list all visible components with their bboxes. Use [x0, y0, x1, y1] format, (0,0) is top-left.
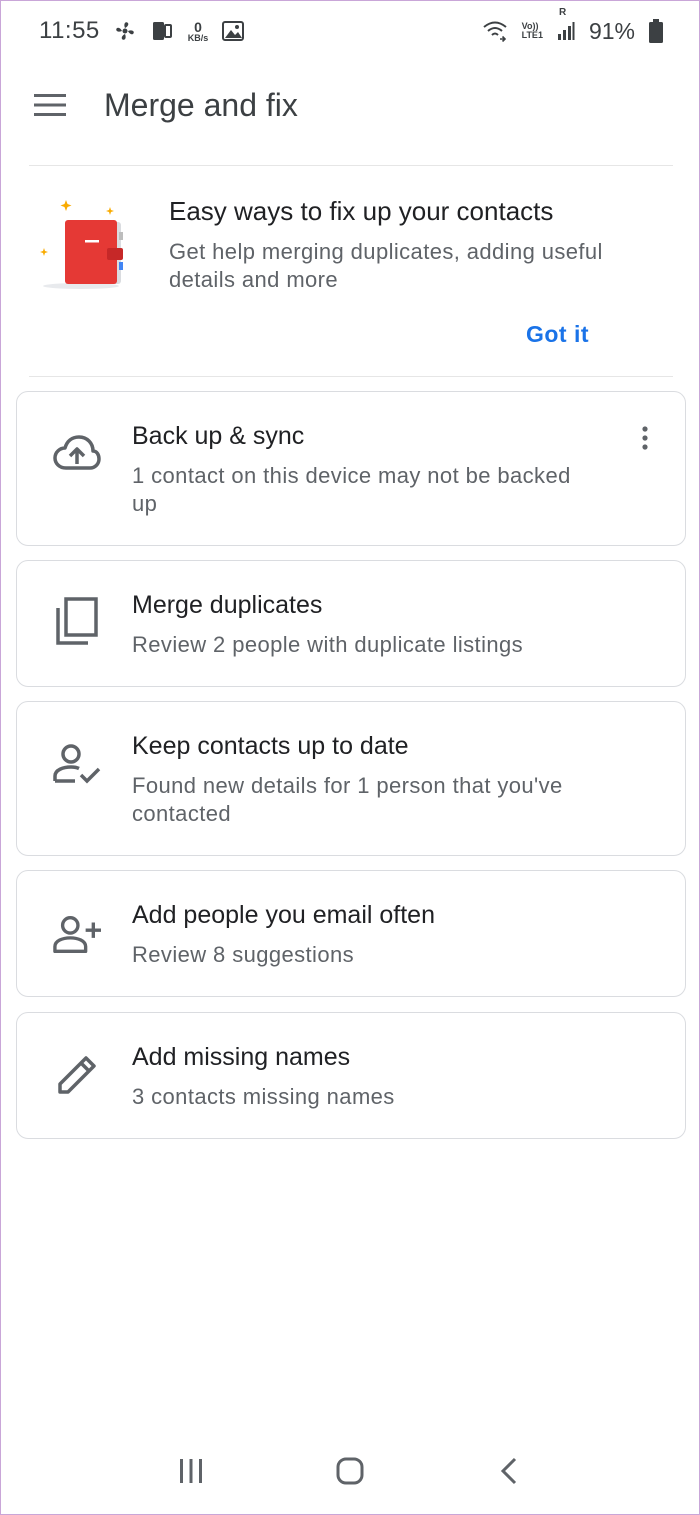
add-missing-names-card[interactable]: Add missing names 3 contacts missing nam…	[16, 1012, 686, 1139]
card-subtitle: 3 contacts missing names	[132, 1084, 395, 1109]
person-add-icon	[53, 911, 101, 959]
home-button[interactable]	[320, 1441, 380, 1501]
screen: 11:55 0 KB/s Vo)) LTE1 R 91% Merge and f…	[0, 0, 700, 1515]
backup-sync-card[interactable]: Back up & sync 1 contact on this device …	[16, 391, 686, 546]
image-icon	[222, 21, 245, 41]
back-button[interactable]	[479, 1441, 539, 1501]
divider	[29, 376, 673, 377]
back-icon	[501, 1457, 517, 1485]
status-bar: 11:55 0 KB/s Vo)) LTE1 R 91%	[1, 1, 699, 61]
wifi-calling-icon	[482, 20, 508, 42]
card-title: Add missing names	[132, 1043, 351, 1071]
add-people-card[interactable]: Add people you email often Review 8 sugg…	[16, 870, 686, 997]
home-icon	[336, 1457, 364, 1485]
more-vert-icon	[642, 426, 648, 450]
promo-card: Easy ways to fix up your contacts Get he…	[29, 166, 673, 376]
battery-icon	[649, 19, 663, 43]
status-time: 11:55	[39, 17, 100, 44]
network-type: Vo)) LTE1	[521, 20, 543, 40]
card-title: Back up & sync	[132, 422, 305, 450]
promo-title: Easy ways to fix up your contacts	[169, 196, 554, 226]
recent-apps-icon	[179, 1459, 202, 1483]
card-subtitle: Review 8 suggestions	[132, 942, 355, 967]
app-bar: Merge and fix	[1, 63, 699, 147]
person-check-icon	[53, 740, 101, 788]
keep-contacts-updated-card[interactable]: Keep contacts up to date Found new detai…	[16, 701, 686, 856]
card-subtitle: Review 2 people with duplicate listings	[132, 632, 524, 657]
phone-transfer-icon	[150, 19, 174, 43]
recent-apps-button[interactable]	[161, 1441, 221, 1501]
page-title: Merge and fix	[104, 86, 298, 123]
merge-duplicates-card[interactable]: Merge duplicates Review 2 people with du…	[16, 560, 686, 687]
card-subtitle: Found new details for 1 person that you'…	[132, 773, 563, 826]
copy-icon	[53, 597, 101, 645]
card-title: Merge duplicates	[132, 591, 323, 619]
hamburger-icon	[34, 94, 66, 116]
signal-icon: R	[557, 7, 575, 41]
got-it-button[interactable]: Got it	[526, 321, 589, 348]
card-subtitle: 1 contact on this device may not be back…	[132, 463, 571, 516]
contacts-book-illustration	[35, 196, 125, 292]
system-nav-bar	[1, 1428, 699, 1514]
cloud-upload-icon	[53, 430, 101, 478]
menu-button[interactable]	[26, 81, 74, 129]
network-speed: 0 KB/s	[187, 18, 209, 43]
more-options-button[interactable]	[629, 420, 661, 456]
card-title: Keep contacts up to date	[132, 732, 409, 760]
battery-percent: 91%	[588, 17, 635, 44]
card-title: Add people you email often	[132, 901, 435, 929]
pencil-icon	[53, 1051, 101, 1099]
fan-icon	[114, 20, 136, 42]
promo-description: Get help merging duplicates, adding usef…	[169, 239, 603, 292]
